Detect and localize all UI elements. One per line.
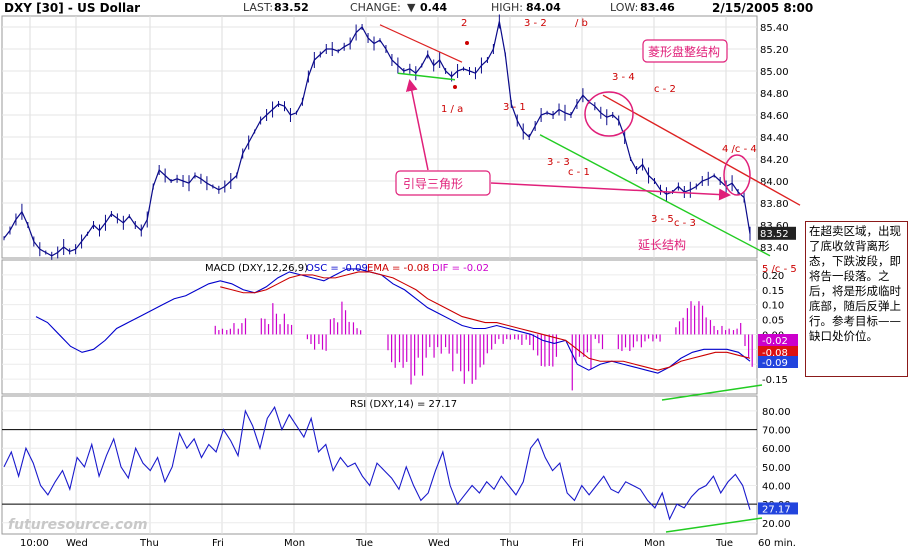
wave-1-marker <box>453 85 457 89</box>
price-y-tick-label: 85.00 <box>760 67 789 78</box>
x-tick-label: Thu <box>499 538 519 549</box>
x-tick-label: Fri <box>572 538 584 549</box>
wave-2-marker <box>465 41 469 45</box>
wave-label: 3 - 3 <box>547 157 570 168</box>
rsi-y-tick-label: 60.00 <box>762 444 791 455</box>
macd-y-tick-label: 0.20 <box>762 271 784 282</box>
price-y-tick-label: 85.20 <box>760 45 789 56</box>
chart-stage: DXY [30] - US Dollar LAST: 83.52 CHANGE:… <box>0 0 915 550</box>
x-tick-label: Mon <box>644 538 665 549</box>
wave-label: 3 - 2 <box>524 18 547 29</box>
x-tick-label: Tue <box>715 538 733 549</box>
wave-label: / b <box>575 18 588 29</box>
x-tick-label: 10:00 <box>20 538 49 549</box>
diamond-consolidation-label: 菱形盘整结构 <box>648 44 720 59</box>
x-axis-unit-label: 60 min. <box>758 538 796 549</box>
price-y-tick-label: 84.00 <box>760 177 789 188</box>
macd-value-tag-text: -0.09 <box>762 358 788 369</box>
last-price-tag-text: 83.52 <box>760 229 789 240</box>
price-y-tick-label: 84.80 <box>760 89 789 100</box>
macd-y-tick-label: 0.10 <box>762 301 784 312</box>
wave-label: 4 /c - 4 <box>722 144 757 155</box>
watermark-text: futuresource.com <box>8 517 148 533</box>
price-y-tick-label: 84.60 <box>760 111 789 122</box>
wave-label: c - 2 <box>654 84 676 95</box>
wave-label: 3 - 5 <box>651 214 674 225</box>
macd-legend-item: EMA = -0.08 <box>367 263 429 274</box>
macd-value-tag-text: -0.02 <box>762 336 788 347</box>
macd-y-tick-label: -0.15 <box>762 375 788 386</box>
rsi-title: RSI (DXY,14) = 27.17 <box>350 399 457 410</box>
macd-title: MACD (DXY,12,26,9) <box>205 263 308 274</box>
wave-label: 2 <box>461 18 467 29</box>
x-tick-label: Tue <box>355 538 373 549</box>
rsi-y-tick-label: 20.00 <box>762 519 791 530</box>
rsi-y-tick-label: 40.00 <box>762 482 791 493</box>
wave-label: c - 1 <box>568 167 590 178</box>
rsi-y-tick-label: 70.00 <box>762 426 791 437</box>
macd-legend-item: DIF = -0.02 <box>432 263 489 274</box>
x-tick-label: Mon <box>284 538 305 549</box>
macd-legend-item: OSC = -0.09 <box>306 263 368 274</box>
macd-y-tick-label: 0.15 <box>762 286 784 297</box>
rsi-y-tick-label: 50.00 <box>762 463 791 474</box>
wave-label: c - 3 <box>674 218 696 229</box>
price-y-tick-label: 84.40 <box>760 133 789 144</box>
wave-label: 3 - 4 <box>612 72 635 83</box>
leading-triangle-label: 引导三角形 <box>403 177 463 191</box>
price-y-tick-label: 84.20 <box>760 155 789 166</box>
macd-panel-frame <box>1 259 758 395</box>
x-tick-label: Wed <box>428 538 450 549</box>
chart-svg: 10:00 Wed Thu Fri Mon Tue Wed Thu Fri Mon Tue 60 mi… <box>1 14 801 549</box>
x-tick-label: Wed <box>66 538 88 549</box>
wave-label: 1 / a <box>441 104 463 115</box>
x-tick-label: Fri <box>212 538 224 549</box>
price-y-tick-label: 85.40 <box>760 23 789 34</box>
wave-label: 3 - 1 <box>503 102 526 113</box>
rsi-y-tick-label: 80.00 <box>762 407 791 418</box>
price-y-tick-label: 83.80 <box>760 199 789 210</box>
rsi-value-tag-text: 27.17 <box>762 504 791 515</box>
macd-y-tick-label: 0.05 <box>762 316 784 327</box>
annotation-note: 在超卖区域，出现了底收敛背离形态，下跌波段，即将告一段落。之后，将是形成临时底部… <box>805 221 908 377</box>
extension-structure-label: 延长结构 <box>638 237 686 252</box>
x-tick-label: Thu <box>139 538 159 549</box>
